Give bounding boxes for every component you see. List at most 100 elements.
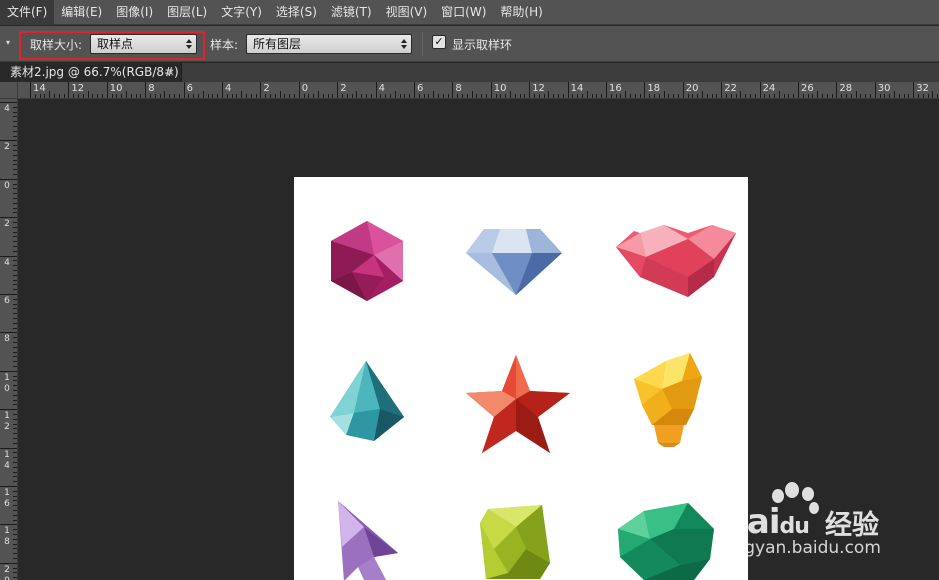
ruler-minor-tick [250,94,252,98]
ruler-minor-tick [630,94,631,98]
ruler-major-tick [0,217,17,219]
show-ring-label: 显示取样环 [452,38,513,52]
ruler-minor-tick [879,94,881,98]
ruler-minor-tick [73,94,75,98]
sample-select[interactable]: 所有图层 [246,34,412,54]
ruler-minor-tick [241,91,243,98]
ruler-tick-label: 28 [839,83,853,94]
ruler-minor-tick [116,94,118,98]
ruler-minor-tick [13,193,17,195]
ruler-minor-tick [13,342,17,343]
ruler-major-tick [529,82,531,98]
ruler-minor-tick [831,94,833,98]
ruler-minor-tick [639,94,641,98]
document-canvas[interactable] [294,177,748,580]
ruler-minor-tick [13,241,17,243]
ruler-major-tick [337,82,339,98]
menu-edit[interactable]: 编辑(E) [54,0,109,25]
menu-image[interactable]: 图像(I) [109,0,160,25]
ruler-tick-label: 6 [186,83,193,94]
ruler-minor-tick [159,94,161,98]
document-tab[interactable]: 素材2.jpg @ 66.7%(RGB/8#) × [0,63,182,82]
horizontal-ruler[interactable]: 14 12 10 8 6 4 2 0 2 4 6 8 10 12 14 16 18 20 22 24 26 28 30 32 [18,82,939,99]
ruler-minor-tick [855,91,857,98]
ruler-minor-tick [265,94,267,98]
ruler-minor-tick [615,94,617,98]
menu-select[interactable]: 选择(S) [269,0,324,25]
ruler-minor-tick [481,94,483,98]
ruler-minor-tick [788,94,790,98]
menu-help[interactable]: 帮助(H) [493,0,549,25]
ruler-minor-tick [92,94,94,98]
ruler-minor-tick [730,94,732,98]
tool-preset-dropdown-icon[interactable]: ▾ [6,39,14,47]
ruler-minor-tick [740,91,742,98]
ruler-minor-tick [342,94,343,98]
ruler-minor-tick [457,94,459,98]
ruler-minor-tick [87,91,89,98]
ruler-tick-label: 16 [609,83,622,94]
ruler-minor-tick [13,135,17,137]
ruler-major-tick [759,82,761,98]
ruler-tick-label: 8 [455,83,462,94]
ruler-minor-tick [274,94,276,98]
ruler-minor-tick [97,94,99,98]
ruler-tick-label: 4 [4,104,10,114]
ruler-minor-tick [505,94,507,98]
ruler-minor-tick [34,94,36,98]
ruler-minor-tick [322,94,324,98]
ruler-minor-tick [140,94,142,98]
ruler-minor-tick [802,94,804,98]
ruler-tick-label: 8 [4,537,10,548]
ruler-major-tick [0,178,17,180]
ruler-major-tick [260,82,262,98]
ruler-minor-tick [356,91,358,98]
ruler-minor-tick [500,94,502,98]
close-icon[interactable]: × [166,63,175,82]
ruler-minor-tick [13,457,17,459]
ruler-minor-tick [702,91,703,98]
ruler-tick-label: 6 [417,83,424,94]
ruler-minor-tick [13,423,17,425]
menu-view[interactable]: 视图(V) [379,0,435,25]
ruler-minor-tick [404,94,406,98]
ruler-minor-tick [13,246,17,247]
ruler-major-tick [798,82,799,98]
ruler-minor-tick [932,91,934,98]
ruler-minor-tick [586,91,588,98]
ruler-minor-tick [188,94,190,98]
ruler-minor-tick [13,159,17,161]
ruler-minor-tick [370,94,372,98]
menu-window[interactable]: 窗口(W) [434,0,493,25]
ruler-minor-tick [596,94,598,98]
ruler-minor-tick [289,94,291,98]
ruler-minor-tick [850,94,852,98]
sample-size-select[interactable]: 取样点 [90,34,197,54]
ruler-tick-label: 1 [4,372,10,383]
menu-type[interactable]: 文字(Y) [214,0,269,25]
show-ring-checkbox[interactable]: ✓ [432,35,446,49]
vertical-ruler[interactable]: 4202468101214161820 [0,99,18,580]
ruler-minor-tick [13,471,17,473]
ruler-minor-tick [582,94,583,98]
ruler-major-tick [452,82,454,98]
ruler-minor-tick [121,94,123,98]
ruler-tick-label: 4 [4,257,10,268]
menu-layer[interactable]: 图层(L) [160,0,214,25]
ruler-minor-tick [394,91,396,98]
ruler-minor-tick [13,452,17,454]
ruler-minor-tick [390,94,391,98]
menu-file[interactable]: 文件(F) [0,0,55,25]
ruler-minor-tick [13,505,17,507]
sample-value: 所有图层 [253,37,302,51]
menu-filter[interactable]: 滤镜(T) [324,0,379,25]
sample-label: 样本: [210,38,239,52]
ruler-minor-tick [894,91,895,98]
ruler-minor-tick [462,94,463,98]
ruler-minor-tick [486,94,487,98]
ruler-minor-tick [13,231,17,233]
ruler-major-tick [0,486,17,487]
watermark-brand: Baidu [722,502,810,542]
ruler-minor-tick [543,94,545,98]
ruler-origin[interactable] [0,82,18,99]
